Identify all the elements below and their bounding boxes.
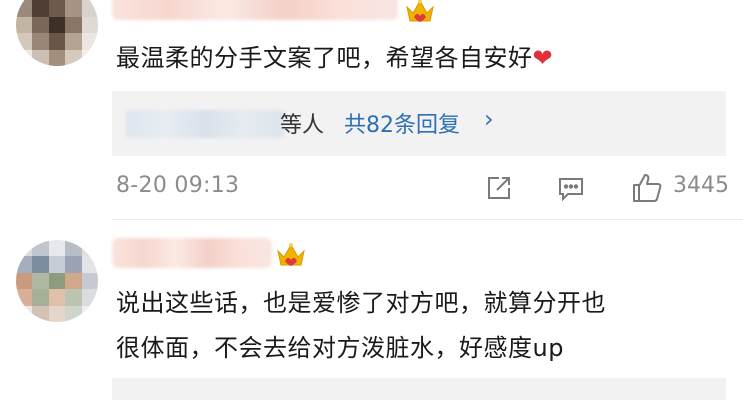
share-icon[interactable] <box>485 174 513 202</box>
reply-preview-box[interactable]: 等人 共82条回复 › <box>112 91 726 156</box>
replier-names-blurred <box>126 110 284 138</box>
heart-emoji-icon: ❤ <box>532 44 554 72</box>
username-blurred[interactable] <box>112 238 272 268</box>
crown-badge-icon <box>406 0 434 22</box>
comment-text-body: 最温柔的分手文案了吧，希望各自安好 <box>116 44 533 72</box>
reply-others-label: 等人 <box>280 113 325 138</box>
view-replies-link[interactable]: 共82条回复 <box>344 107 460 139</box>
comment-icon[interactable] <box>557 174 585 202</box>
crown-badge-icon <box>277 243 305 266</box>
comment-text: 说出这些话，也是爱惨了对方吧，就算分开也 很体面，不会去给对方泼脏水，好感度up <box>116 281 716 371</box>
like-count: 3445 <box>673 173 729 198</box>
comment-text-line: 说出这些话，也是爱惨了对方吧，就算分开也 <box>116 289 606 317</box>
comment-text-line: 很体面，不会去给对方泼脏水，好感度up <box>116 334 564 362</box>
comment-divider <box>112 219 743 220</box>
comment-text: 最温柔的分手文案了吧，希望各自安好❤ <box>116 36 553 81</box>
avatar[interactable] <box>16 0 98 66</box>
comment-timestamp: 8-20 09:13 <box>116 173 240 198</box>
thumbs-up-icon[interactable] <box>631 172 663 204</box>
reply-preview-box[interactable] <box>112 378 726 400</box>
chevron-right-icon[interactable]: › <box>484 105 494 133</box>
username-blurred[interactable] <box>112 0 398 20</box>
avatar[interactable] <box>16 240 98 322</box>
